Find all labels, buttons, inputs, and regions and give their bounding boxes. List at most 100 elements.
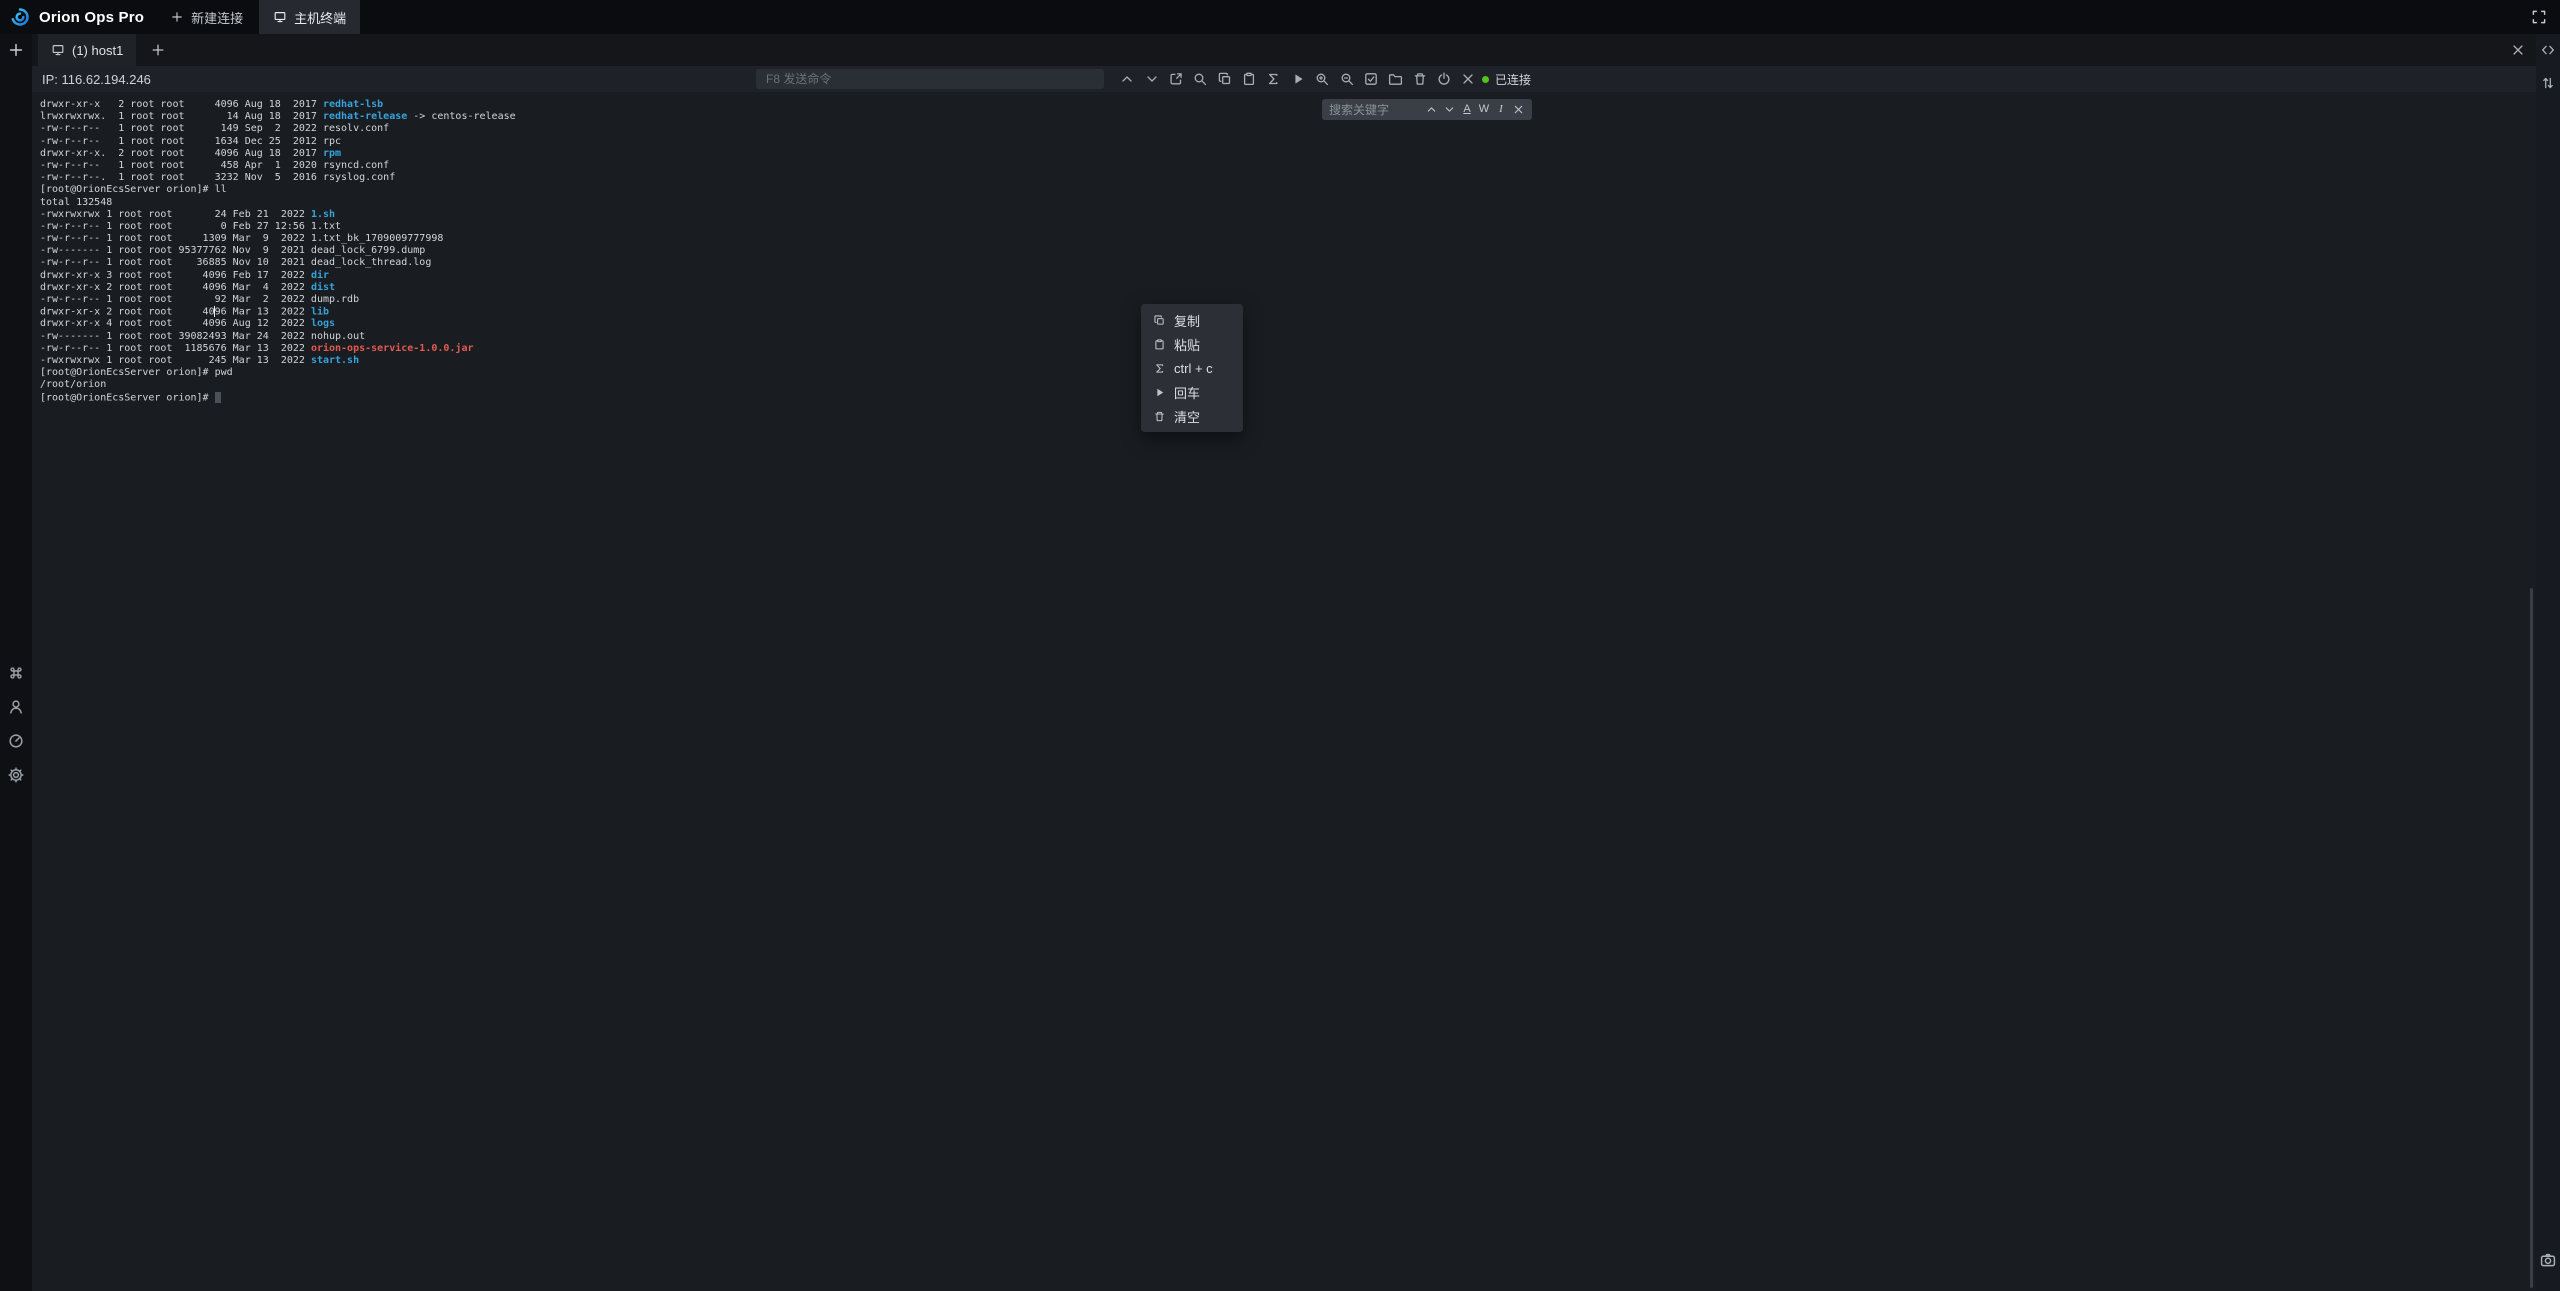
menu-new-connection-label: 新建连接: [191, 8, 243, 27]
sigma-icon: [1153, 362, 1166, 375]
context-menu-item-label: 复制: [1174, 311, 1200, 330]
trash-icon: [1153, 410, 1166, 423]
left-rail: [0, 34, 32, 1291]
terminal-line: -rwxrwxrwx 1 root root 245 Mar 13 2022 s…: [40, 355, 516, 367]
toolbar-icons: [1115, 66, 1481, 92]
terminal-line: [root@OrionEcsServer orion]# pwd: [40, 367, 516, 379]
terminal-search-widget: A W I: [1322, 99, 1532, 120]
terminal-area[interactable]: drwxr-xr-x 2 root root 4096 Aug 18 2017 …: [32, 92, 2536, 1291]
search-input[interactable]: [1329, 103, 1420, 117]
fullscreen-button[interactable]: [2530, 8, 2548, 26]
terminal-line: -rw------- 1 root root 95377762 Nov 9 20…: [40, 245, 516, 257]
connection-status: 已连接: [1482, 66, 1531, 92]
terminal-line: -rw-r--r-- 1 root root 92 Mar 2 2022 dum…: [40, 294, 516, 306]
menu-host-terminal[interactable]: 主机终端: [259, 0, 360, 34]
tab-label: (1) host1: [72, 43, 123, 58]
checkbox-button[interactable]: [1363, 71, 1379, 87]
search-prev-button[interactable]: [1425, 103, 1438, 116]
terminal-line: -rw-r--r-- 1 root root 149 Sep 2 2022 re…: [40, 123, 516, 135]
close-button[interactable]: [1460, 71, 1476, 87]
terminal-tab-host1[interactable]: (1) host1: [38, 34, 136, 66]
search-button[interactable]: [1192, 71, 1208, 87]
app-header: Orion Ops Pro 新建连接 主机终端: [0, 0, 2560, 34]
terminal-line: -rwxrwxrwx 1 root root 24 Feb 21 2022 1.…: [40, 209, 516, 221]
terminal-cursor: [215, 392, 221, 403]
chevron-up-button[interactable]: [1119, 71, 1135, 87]
terminal-line: total 132548: [40, 197, 516, 209]
terminal-line: -rw-r--r-- 1 root root 0 Feb 27 12:56 1.…: [40, 221, 516, 233]
status-dot: [1482, 76, 1489, 83]
regex-button[interactable]: I: [1495, 103, 1507, 116]
context-menu-item-label: 清空: [1174, 407, 1200, 426]
terminal-line: lrwxrwxrwx. 1 root root 14 Aug 18 2017 r…: [40, 111, 516, 123]
terminal-line: drwxr-xr-x 2 root root 4096 Aug 18 2017 …: [40, 99, 516, 111]
paste-button[interactable]: [1241, 71, 1257, 87]
context-menu: 复制粘贴 ctrl + c 回车清空: [1141, 304, 1243, 432]
play-button[interactable]: [1290, 71, 1306, 87]
swap-vertical-button[interactable]: [2540, 75, 2556, 91]
terminal-line: -rw-r--r-- 1 root root 1185676 Mar 13 20…: [40, 343, 516, 355]
terminal-line: -rw-r--r--. 1 root root 3232 Nov 5 2016 …: [40, 172, 516, 184]
folder-button[interactable]: [1387, 71, 1403, 87]
terminal-toolbar: IP: 116.62.194.246 已连接: [32, 66, 2536, 92]
search-close-button[interactable]: [1512, 103, 1525, 116]
power-button[interactable]: [1436, 71, 1452, 87]
terminal-line: drwxr-xr-x 4 root root 4096 Aug 12 2022 …: [40, 318, 516, 330]
terminal-line: [root@OrionEcsServer orion]# ll: [40, 184, 516, 196]
terminal-output: drwxr-xr-x 2 root root 4096 Aug 18 2017 …: [40, 99, 516, 404]
paste-icon: [1153, 338, 1166, 351]
terminal-line: drwxr-xr-x. 2 root root 4096 Aug 18 2017…: [40, 148, 516, 160]
command-button[interactable]: [7, 664, 25, 682]
context-menu-item[interactable]: 复制: [1141, 308, 1243, 332]
ip-label: IP: 116.62.194.246: [42, 66, 151, 92]
new-terminal-button[interactable]: [7, 41, 25, 59]
terminal-scrollbar[interactable]: [2530, 588, 2533, 1288]
terminal-line: [root@OrionEcsServer orion]#: [40, 392, 516, 404]
terminal-line: drwxr-xr-x 3 root root 4096 Feb 17 2022 …: [40, 270, 516, 282]
status-label: 已连接: [1495, 71, 1531, 88]
search-next-button[interactable]: [1443, 103, 1456, 116]
menu-host-terminal-label: 主机终端: [294, 8, 346, 27]
terminal-line: -rw-r--r-- 1 root root 36885 Nov 10 2021…: [40, 257, 516, 269]
chevron-down-button[interactable]: [1144, 71, 1160, 87]
menu-new-connection[interactable]: 新建连接: [156, 0, 257, 34]
copy-icon: [1153, 314, 1166, 327]
gauge-button[interactable]: [7, 732, 25, 750]
plus-icon: [170, 10, 184, 24]
terminal-line: -rw-r--r-- 1 root root 1634 Dec 25 2012 …: [40, 136, 516, 148]
terminal-line: /root/orion: [40, 379, 516, 391]
context-menu-item-label: 回车: [1174, 383, 1200, 402]
terminal-line: drwxr-xr-x 2 root root 4096 Mar 13 2022 …: [40, 306, 516, 318]
right-rail: [2536, 34, 2560, 1291]
app-title: Orion Ops Pro: [39, 9, 144, 26]
maximize-button[interactable]: [1168, 71, 1184, 87]
terminal-line: -rw-r--r-- 1 root root 1309 Mar 9 2022 1…: [40, 233, 516, 245]
whole-word-button[interactable]: W: [1478, 103, 1490, 116]
monitor-icon: [273, 10, 287, 24]
context-menu-item[interactable]: 清空: [1141, 404, 1243, 428]
close-all-tabs-button[interactable]: [2510, 42, 2526, 58]
camera-button[interactable]: [2539, 1251, 2557, 1269]
trash-button[interactable]: [1412, 71, 1428, 87]
context-menu-item[interactable]: ctrl + c: [1141, 356, 1243, 380]
play-icon: [1153, 386, 1166, 399]
add-tab-button[interactable]: [150, 42, 166, 58]
app-logo-icon: [10, 7, 30, 27]
user-button[interactable]: [7, 698, 25, 716]
copy-button[interactable]: [1217, 71, 1233, 87]
terminal-tabbar: (1) host1: [32, 34, 2536, 66]
context-menu-item-label: 粘贴: [1174, 335, 1200, 354]
terminal-line: -rw-r--r-- 1 root root 458 Apr 1 2020 rs…: [40, 160, 516, 172]
right-rail-top: [2540, 42, 2556, 91]
terminal-line: -rw------- 1 root root 39082493 Mar 24 2…: [40, 331, 516, 343]
match-case-button[interactable]: A: [1461, 103, 1473, 116]
code-button[interactable]: [2540, 42, 2556, 58]
context-menu-item-label: ctrl + c: [1174, 361, 1213, 376]
zoom-in-button[interactable]: [1314, 71, 1330, 87]
gear-button[interactable]: [7, 766, 25, 784]
command-input[interactable]: [756, 69, 1104, 89]
sigma-button[interactable]: [1265, 71, 1281, 87]
zoom-out-button[interactable]: [1339, 71, 1355, 87]
context-menu-item[interactable]: 粘贴: [1141, 332, 1243, 356]
context-menu-item[interactable]: 回车: [1141, 380, 1243, 404]
